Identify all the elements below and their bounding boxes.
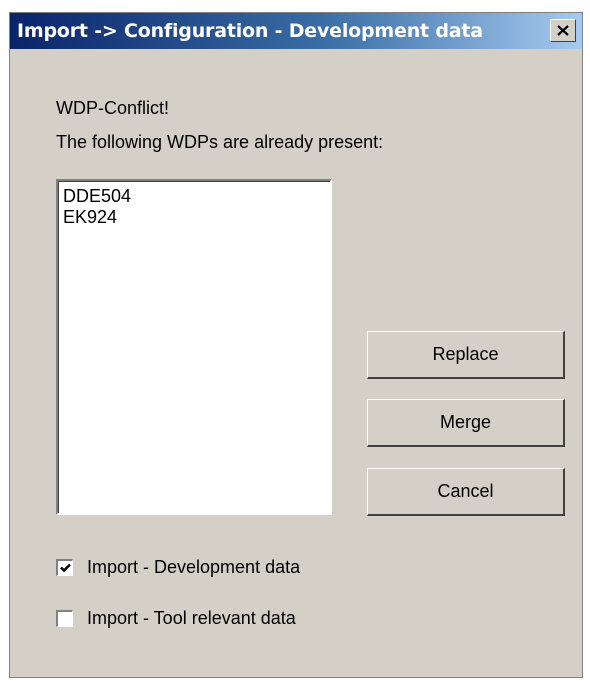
conflict-description: The following WDPs are already present:: [56, 132, 384, 152]
import-dialog: Import -> Configuration - Development da…: [9, 12, 583, 678]
import-tool-relevant-label: Import - Tool relevant data: [87, 608, 296, 628]
import-development-label: Import - Development data: [87, 557, 301, 577]
import-development-checkbox[interactable]: [56, 559, 73, 576]
import-development-option[interactable]: Import - Development data: [56, 557, 300, 578]
cancel-button[interactable]: Cancel: [367, 468, 565, 516]
merge-button[interactable]: Merge: [367, 399, 565, 447]
conflict-heading: WDP-Conflict!: [56, 98, 170, 118]
import-tool-relevant-checkbox[interactable]: [56, 610, 73, 627]
import-tool-relevant-option[interactable]: Import - Tool relevant data: [56, 608, 296, 629]
list-item[interactable]: EK924: [63, 207, 330, 228]
title-bar[interactable]: Import -> Configuration - Development da…: [10, 13, 582, 49]
close-button[interactable]: [550, 19, 576, 42]
close-icon: [557, 25, 569, 36]
checkmark-icon: [59, 563, 71, 573]
wdp-listbox[interactable]: DDE504 EK924: [56, 179, 332, 515]
list-item[interactable]: DDE504: [63, 186, 330, 207]
replace-button[interactable]: Replace: [367, 331, 565, 379]
dialog-title: Import -> Configuration - Development da…: [17, 20, 483, 42]
